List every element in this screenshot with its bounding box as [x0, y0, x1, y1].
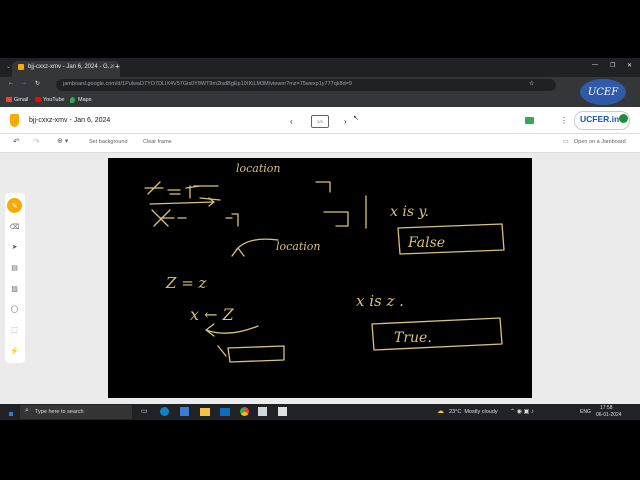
sticky-note-icon[interactable]: ▤ [7, 260, 22, 275]
weather-text[interactable]: 23°C Mostly cloudy [449, 409, 498, 415]
bookmark-star-icon[interactable]: ☆ [529, 80, 534, 87]
next-frame-icon[interactable]: › [344, 117, 347, 126]
pen-icon[interactable]: ✎ [7, 198, 22, 213]
youtube-icon [35, 97, 41, 102]
arrow-stroke [144, 181, 221, 201]
taskview-icon[interactable]: ▭ [141, 407, 148, 415]
note-x-is-y: x is y. [390, 204, 429, 220]
maximize-icon[interactable]: ❐ [610, 62, 615, 69]
note-true: True. [394, 330, 432, 346]
set-background-button[interactable]: Set background [89, 139, 128, 145]
zoom-icon[interactable]: ⊕ ▾ [57, 137, 68, 145]
note-location-top: location [236, 162, 281, 175]
badge-dot-icon [619, 114, 628, 123]
arrow-line [149, 197, 215, 207]
taskbar-search-placeholder: Type here to search [35, 409, 84, 415]
ucef-logo: UCEF [580, 79, 626, 105]
frame-indicator[interactable]: 2/3 [311, 115, 329, 128]
bookmark-gmail[interactable]: Gmail [14, 97, 28, 103]
clear-frame-button[interactable]: Clear frame [143, 139, 172, 145]
tray-icons[interactable]: ⌃ ◉ ▣ ♪ [510, 408, 534, 415]
mouse-cursor-icon: ↖ [353, 115, 359, 122]
minimize-icon[interactable]: — [592, 62, 598, 68]
close-icon[interactable]: ✕ [627, 62, 632, 69]
folder-icon[interactable] [200, 408, 210, 416]
bookmarks-bar [0, 93, 640, 108]
shape-icon[interactable]: ◯ [7, 301, 22, 316]
note-location-bottom: location [276, 240, 321, 253]
note-x-arrow-z: x ← Z [190, 305, 235, 324]
curved-arrow [205, 323, 259, 337]
scribble-stroke [151, 209, 239, 227]
open-jamboard-icon[interactable]: ▭ [563, 138, 569, 145]
back-icon[interactable]: ← [8, 80, 14, 86]
bracket-stroke [315, 181, 331, 193]
more-vert-icon[interactable]: ⋮ [560, 116, 568, 125]
logo-text: UCEF [587, 86, 619, 98]
url-text: jamboard.google.com/d/1PulwaD7YO7DLlX4V5… [63, 81, 352, 87]
small-box [227, 345, 285, 363]
eraser-icon[interactable]: ⌫ [7, 219, 22, 234]
textbox-icon[interactable]: ⬚ [7, 322, 22, 337]
undo-icon[interactable]: ↶ [13, 137, 20, 146]
gmail-icon [6, 97, 12, 102]
bookmark-maps[interactable]: Maps [78, 97, 91, 103]
windows-start-icon[interactable] [5, 408, 13, 416]
note-z-eq-z: Z = z [165, 274, 207, 292]
tab-title: bjj-cxxz-xmv - Jan 6, 2024 - G... [28, 64, 113, 70]
mail-icon[interactable] [220, 408, 230, 416]
open-on-jamboard-button[interactable]: Open on a Jamboard [574, 139, 626, 145]
clock-date[interactable]: 06-01-2024 [596, 412, 622, 418]
redo-icon[interactable]: ↷ [33, 137, 40, 146]
new-tab-icon[interactable]: + [115, 62, 120, 71]
select-icon[interactable]: ➤ [7, 239, 22, 254]
badge-text: UCFER.in [580, 114, 620, 124]
jamboard-logo-icon [10, 114, 19, 127]
note-x-is-z: x is z . [356, 292, 404, 310]
board-drawing: location x is y. False location Z = z x … [144, 162, 505, 363]
forward-icon[interactable]: → [21, 80, 27, 86]
prev-frame-icon[interactable]: ‹ [290, 117, 293, 126]
reload-icon[interactable]: ↻ [35, 80, 40, 87]
image-icon[interactable]: ▨ [7, 281, 22, 296]
weather-icon: ☁ [437, 408, 444, 415]
page-title[interactable]: bjj-cxxz-xmv - Jan 6, 2024 [29, 117, 110, 124]
bookmark-youtube[interactable]: YouTube [43, 97, 65, 103]
notepad-icon[interactable] [278, 407, 287, 416]
tab-search-icon[interactable]: ⌄ [6, 63, 11, 70]
chrome-icon[interactable] [240, 407, 249, 416]
pointer-stroke [217, 345, 227, 357]
maps-icon [70, 97, 75, 103]
language-indicator[interactable]: ENG [580, 409, 591, 415]
jamboard-canvas[interactable]: location x is y. False location Z = z x … [108, 158, 532, 398]
store-icon[interactable] [180, 407, 189, 416]
bracket-right [323, 211, 349, 227]
edge-icon[interactable] [160, 407, 169, 416]
tab-favicon [18, 64, 24, 70]
clock-time[interactable]: 17:58 [600, 405, 613, 411]
laser-icon[interactable]: ⚡ [7, 343, 22, 358]
search-icon: ⌕ [25, 407, 29, 414]
app-icon[interactable] [258, 407, 267, 416]
meet-icon[interactable] [525, 117, 534, 124]
location-arrow [231, 238, 279, 257]
note-false: False [407, 235, 445, 251]
frame-indicator-label: 2/3 [317, 119, 323, 124]
true-box [371, 317, 503, 351]
